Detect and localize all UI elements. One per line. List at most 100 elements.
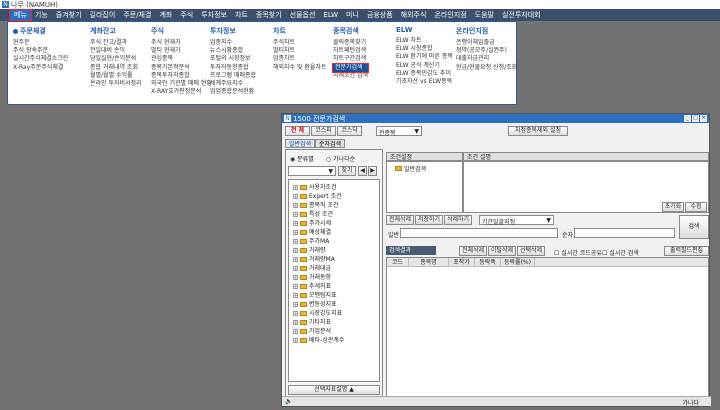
expand-icon[interactable]: + [293,338,298,343]
mega-item[interactable]: 프로그램 매매종합 [210,72,256,80]
indicator-description-button[interactable]: 선택지표설명 ▲ [288,385,380,395]
mega-item[interactable]: 업종차트 [273,55,327,63]
mega-item[interactable]: 대출자금관리 [456,55,517,63]
expand-icon[interactable]: + [293,266,298,271]
expand-icon[interactable]: + [293,311,298,316]
tree-item[interactable]: + 거래량 [293,246,379,255]
mega-item[interactable]: ELW 차트 [396,37,453,45]
tree-item[interactable]: + 주가시세 [293,219,379,228]
mega-item[interactable]: 차트구간검색 [333,55,368,63]
mega-item[interactable]: 시세조건 검색 [333,72,368,80]
tree-item[interactable]: + 기타지표 [293,318,379,327]
save-button[interactable]: 저장하기 [415,215,443,225]
mega-item[interactable]: 투자자동향종합 [210,64,256,72]
expand-icon[interactable]: + [293,275,298,280]
mega-item[interactable]: 클릭종목찾기 [333,39,368,47]
expand-icon[interactable]: + [293,221,298,226]
mega-item[interactable]: ELW 환기에 따른 종목 [396,53,453,61]
expand-icon[interactable]: + [293,257,298,262]
edit-button[interactable]: 수정 [685,202,707,212]
general-formula-input[interactable] [400,228,558,238]
mega-item[interactable]: ELW 공식 계산기 [396,62,453,70]
menu-15[interactable]: 온라인지점 [430,10,470,20]
expand-icon[interactable]: + [293,203,298,208]
order-formula-input[interactable] [574,228,675,238]
next-arrow-icon[interactable]: ▶ [368,166,377,176]
mega-item[interactable]: 주식차트 [273,39,327,47]
mega-item[interactable]: 관심종목 [151,55,212,63]
close-button[interactable]: × [700,115,707,122]
result-delete-selected-button[interactable]: 선택삭제 [517,246,545,256]
mega-item[interactable]: 온라인 투자비서정리 [90,80,142,88]
tree-item[interactable]: + Expert 조건 [293,192,379,201]
window-titlebar[interactable]: N 1500 전문가검색 [282,114,709,123]
category-select[interactable]: ▼ [288,166,336,176]
tree-item[interactable]: + 모멘텀지표 [293,291,379,300]
menu-6[interactable]: 주식 [176,10,197,20]
maximize-button[interactable]: □ [692,115,699,122]
scope-select[interactable]: 전종목 ▼ [376,126,422,137]
tree-item[interactable]: + 시장강도지표 [293,309,379,318]
mega-item[interactable]: 외국인 기관별 매매 현황 [151,80,212,88]
tree-item[interactable]: + 베타-상관계수 [293,336,379,345]
menu-1[interactable]: 기능 [31,10,52,20]
tab-sequential-search[interactable]: 순차검색 [315,139,345,148]
market-tab-all[interactable]: 전 체 [285,126,310,136]
output-field-edit-button[interactable]: 출력필드편집 [664,246,709,256]
menu-8[interactable]: 차트 [231,10,252,20]
mega-item[interactable]: X-RAY호가판정분석 [151,88,212,96]
mega-item[interactable]: 주식 잔고/결과 [90,39,142,47]
expand-icon[interactable]: + [293,320,298,325]
mega-item[interactable]: 업업종합분석현황 [210,88,256,96]
expand-icon[interactable]: + [293,284,298,289]
mega-item[interactable]: X-Ray주문주식체결 [13,64,68,72]
mega-item[interactable]: 종합 거래내역 조회 [90,64,142,72]
delete-all-button[interactable]: 전체삭제 [386,215,414,225]
menu-13[interactable]: 금융상품 [363,10,397,20]
menu-4[interactable]: 주문/체결 [119,10,155,20]
tree-item[interactable]: + 종목직 조건 [293,201,379,210]
tree-item[interactable]: + 사용자조건 [293,183,379,192]
menu-16[interactable]: 도움말 [471,10,498,20]
tree-item[interactable]: + 특성 조건 [293,210,379,219]
menu-14[interactable]: 해외주식 [397,10,431,20]
condition-item[interactable]: 일반검색 [395,164,426,173]
realtime-search-checkbox[interactable]: ☐ 실시간 검색 [602,248,639,257]
mega-item[interactable]: 전문가검색 [331,62,370,73]
mega-item[interactable]: 주식 현재가 [151,39,212,47]
menu-10[interactable]: 선물옵션 [286,10,320,20]
menu-7[interactable]: 투자정보 [197,10,231,20]
expand-icon[interactable]: + [293,212,298,217]
market-tab-kospi[interactable]: 코스피 [311,126,336,136]
expand-icon[interactable]: + [293,230,298,235]
expand-icon[interactable]: + [293,185,298,190]
market-tab-kosdaq[interactable]: 코스닥 [337,126,362,136]
menu-11[interactable]: ELW [319,11,342,19]
mega-item[interactable]: 세계주요지수 [210,80,256,88]
mega-item[interactable]: 기초자산 vs ELW종목 [396,78,453,86]
mega-item[interactable]: 포털의 시장정보 [210,55,256,63]
tree-item[interactable]: + 거래동향 [293,273,379,282]
delete-button[interactable]: 삭제하기 [444,215,472,225]
mega-item[interactable]: 현금/현물요청 신청/조회 [456,64,517,72]
mega-item[interactable]: 해외지수 및 환율차트 [273,64,327,72]
menu-9[interactable]: 종목찾기 [252,10,286,20]
result-delete-all-button[interactable]: 전체삭제 [459,246,487,256]
menu-2[interactable]: 즐겨찾기 [52,10,86,20]
expand-icon[interactable]: + [293,302,298,307]
speaker-icon[interactable]: 🔈 [285,398,292,405]
tree-item[interactable]: + 거래대금 [293,264,379,273]
menu-12[interactable]: 미니 [342,10,363,20]
prev-arrow-icon[interactable]: ◀ [358,166,367,176]
mega-item[interactable]: 실시간주식체결소크린 [13,55,68,63]
menu-5[interactable]: 계좌 [155,10,176,20]
tab-general-search[interactable]: 일반검색 [285,139,315,148]
expand-icon[interactable]: + [293,239,298,244]
radio-category[interactable]: ◉ 분류별 [290,154,314,163]
tree-item[interactable]: + 추세지표 [293,282,379,291]
expand-icon[interactable]: + [293,248,298,253]
mega-item[interactable]: 종목기본적분석 [151,64,212,72]
mega-item[interactable]: 월별/월별 수익률 [90,72,142,80]
menu-3[interactable]: 길라잡이 [86,10,120,20]
tree-item[interactable]: + 주가MA [293,237,379,246]
